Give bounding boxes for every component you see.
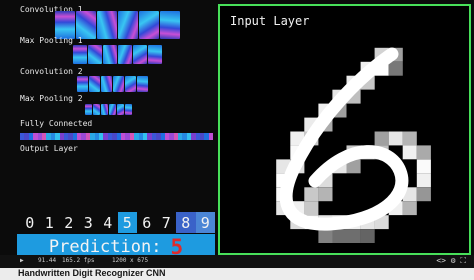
- resolution-readout: 1200 x 675: [112, 257, 149, 264]
- output-digit-4: 4: [98, 212, 118, 233]
- output-digit-6: 6: [137, 212, 157, 233]
- layer-label-pool2: Max Pooling 2: [20, 94, 83, 103]
- feature-map: [85, 104, 92, 115]
- output-digit-1: 1: [40, 212, 60, 233]
- feature-map: [77, 76, 88, 92]
- input-pixel: [304, 201, 319, 216]
- layer-label-fc: Fully Connected: [20, 119, 93, 128]
- feature-map: [113, 76, 124, 92]
- feature-map: [160, 11, 180, 39]
- output-digit-label: 9: [200, 213, 210, 232]
- feature-map: [93, 104, 100, 115]
- input-pixel: [416, 187, 431, 202]
- feature-map: [55, 11, 75, 39]
- feature-map: [73, 45, 87, 64]
- zoom-readout: 91.44: [38, 257, 57, 264]
- control-icons[interactable]: <> ⚙ ⛶: [436, 256, 466, 266]
- input-pixel: [388, 131, 403, 146]
- output-digit-label: 0: [25, 213, 35, 232]
- output-digit-label: 3: [83, 213, 93, 232]
- feature-map: [117, 104, 124, 115]
- output-digit-0: 0: [20, 212, 40, 233]
- player-control-bar: ▶ 91.44 165.2 fps 1200 x 675 <> ⚙ ⛶: [0, 255, 474, 268]
- output-digit-9: 9: [195, 212, 215, 233]
- page-title: Handwritten Digit Recognizer CNN: [18, 268, 166, 278]
- input-pixel: [360, 229, 375, 243]
- input-pixel: [402, 201, 417, 216]
- layer-label-output: Output Layer: [20, 144, 78, 153]
- feature-map: [133, 45, 147, 64]
- layer-label-conv2: Convolution 2: [20, 67, 83, 76]
- output-digit-3: 3: [79, 212, 99, 233]
- conv1-feature-maps: [55, 11, 180, 39]
- pool2-feature-maps: [85, 104, 132, 115]
- prediction-label: Prediction:: [48, 236, 162, 257]
- output-digit-label: 7: [161, 213, 171, 232]
- feature-map: [125, 104, 132, 115]
- input-pixel: [374, 131, 389, 146]
- pool1-feature-maps: [73, 45, 162, 64]
- input-pixel: [304, 187, 319, 202]
- output-digits: 0123456789: [20, 212, 215, 233]
- input-pixel: [416, 159, 431, 174]
- output-digit-label: 5: [122, 213, 132, 232]
- output-digit-7: 7: [157, 212, 177, 233]
- input-layer-panel[interactable]: Input Layer: [218, 4, 471, 255]
- fully-connected-activations: [20, 133, 214, 140]
- feature-map: [103, 45, 117, 64]
- feature-map: [118, 11, 138, 39]
- output-digit-5: 5: [117, 212, 137, 233]
- feature-map: [125, 76, 136, 92]
- fc-unit: [208, 133, 214, 140]
- feature-map: [101, 104, 108, 115]
- input-pixel: [346, 229, 361, 243]
- feature-map: [88, 45, 102, 64]
- feature-map: [148, 45, 162, 64]
- output-digit-label: 1: [44, 213, 54, 232]
- visualization-canvas: Convolution 1 Max Pooling 1 Convolution …: [0, 0, 474, 260]
- input-pixel: [332, 229, 347, 243]
- output-digit-label: 6: [142, 213, 152, 232]
- layer-label-pool1: Max Pooling 1: [20, 36, 83, 45]
- feature-map: [89, 76, 100, 92]
- output-digit-label: 4: [103, 213, 113, 232]
- input-pixel: [416, 145, 431, 160]
- input-digit-image: [276, 47, 431, 243]
- output-digit-label: 8: [181, 213, 191, 232]
- feature-map: [97, 11, 117, 39]
- play-icon[interactable]: ▶: [20, 257, 24, 264]
- fps-readout: 165.2 fps: [62, 257, 95, 264]
- network-panel: Convolution 1 Max Pooling 1 Convolution …: [17, 4, 215, 259]
- output-digit-2: 2: [59, 212, 79, 233]
- feature-map: [101, 76, 112, 92]
- input-pixel: [318, 187, 333, 202]
- feature-map: [109, 104, 116, 115]
- feature-map: [118, 45, 132, 64]
- input-layer-title: Input Layer: [230, 14, 310, 28]
- input-pixel: [388, 61, 403, 76]
- feature-map: [76, 11, 96, 39]
- input-pixel: [318, 229, 333, 243]
- feature-map: [139, 11, 159, 39]
- input-pixel: [402, 145, 417, 160]
- input-pixel: [402, 131, 417, 146]
- conv2-feature-maps: [77, 76, 148, 92]
- output-digit-label: 2: [64, 213, 74, 232]
- feature-map: [137, 76, 148, 92]
- input-pixel: [416, 173, 431, 188]
- output-digit-8: 8: [176, 212, 196, 233]
